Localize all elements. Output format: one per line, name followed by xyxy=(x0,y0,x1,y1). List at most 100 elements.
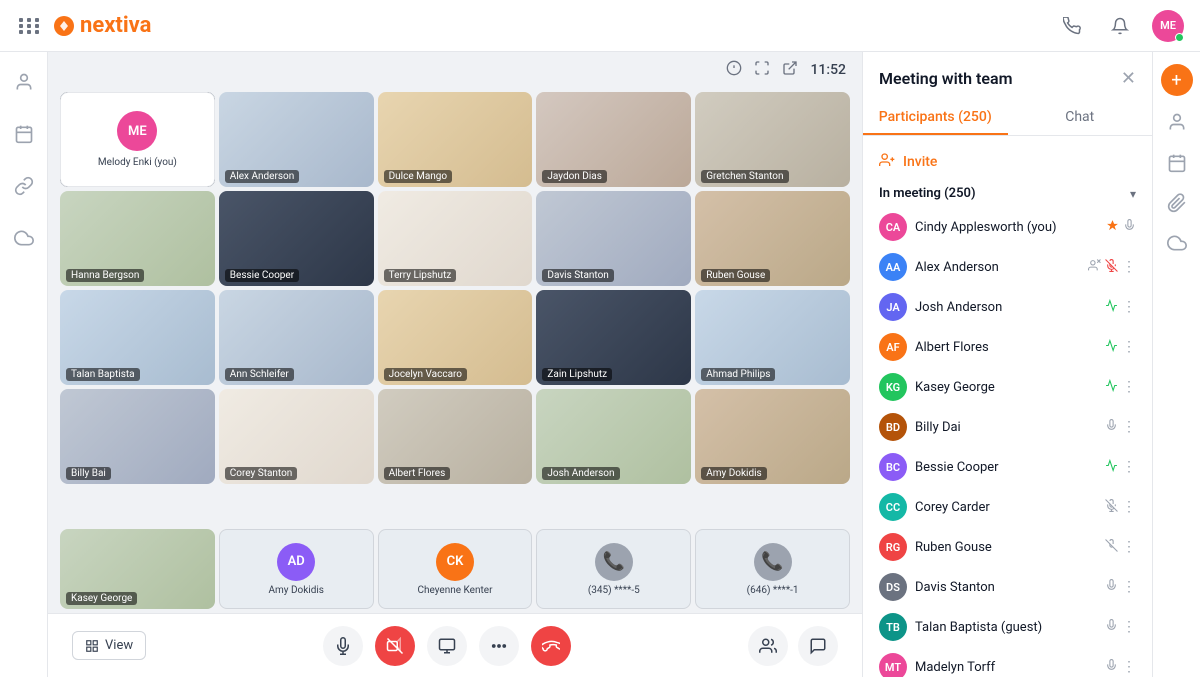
participant-avatar: CC xyxy=(879,493,907,521)
screen-share-button[interactable] xyxy=(427,626,467,666)
participant-row: BD Billy Dai ⋮ xyxy=(863,407,1152,447)
video-cell-corey[interactable]: Corey Stanton xyxy=(219,389,374,484)
video-cell-albert[interactable]: Albert Flores xyxy=(378,389,533,484)
video-cell-billy[interactable]: Billy Bai xyxy=(60,389,215,484)
top-nav: nextiva ME xyxy=(0,0,1200,52)
bell-nav-icon[interactable] xyxy=(1104,10,1136,42)
video-cell-amy2[interactable]: Amy Dokidis xyxy=(695,389,850,484)
video-cell-kasey[interactable]: Kasey George xyxy=(60,529,215,609)
chat-button[interactable] xyxy=(798,626,838,666)
video-label: Davis Stanton xyxy=(542,269,613,282)
video-label: Alex Anderson xyxy=(225,170,299,183)
participant-icons: ⋮ xyxy=(1105,299,1136,316)
invite-label: Invite xyxy=(903,154,937,170)
video-cell-gretchen[interactable]: Gretchen Stanton xyxy=(695,92,850,187)
video-label: Ann Schleifer xyxy=(225,368,294,381)
video-cell-hanna[interactable]: Hanna Bergson xyxy=(60,191,215,286)
calendar-icon[interactable] xyxy=(1167,153,1187,177)
video-cell-cheyenne-phone[interactable]: CK Cheyenne Kenter xyxy=(378,529,533,609)
video-cell-zain[interactable]: Zain Lipshutz xyxy=(536,290,691,385)
end-call-button[interactable] xyxy=(531,626,571,666)
user-avatar[interactable]: ME xyxy=(1152,10,1184,42)
more-options-icon[interactable]: ⋮ xyxy=(1122,299,1136,315)
video-label: Bessie Cooper xyxy=(225,269,299,282)
video-cell-amy-phone[interactable]: AD Amy Dokidis xyxy=(219,529,374,609)
info-icon[interactable] xyxy=(726,60,742,80)
video-cell-talan[interactable]: Talan Baptista xyxy=(60,290,215,385)
phone-name: Cheyenne Kenter xyxy=(417,585,492,596)
more-options-icon[interactable]: ⋮ xyxy=(1122,659,1136,675)
video-cell-me[interactable]: ME Melody Enki (you) xyxy=(60,92,215,187)
external-icon[interactable] xyxy=(782,60,798,80)
video-button[interactable] xyxy=(375,626,415,666)
more-options-button[interactable] xyxy=(479,626,519,666)
mic-button[interactable] xyxy=(323,626,363,666)
video-cell-jocelyn[interactable]: Jocelyn Vaccaro xyxy=(378,290,533,385)
mic-icon xyxy=(1105,579,1118,596)
video-label: Ruben Gouse xyxy=(701,269,770,282)
more-options-icon[interactable]: ⋮ xyxy=(1122,579,1136,595)
video-label: Dulce Mango xyxy=(384,170,453,183)
cloud-icon[interactable] xyxy=(1167,233,1187,257)
more-options-icon[interactable]: ⋮ xyxy=(1122,619,1136,635)
side-nav-person-icon[interactable] xyxy=(6,64,42,100)
view-button[interactable]: View xyxy=(72,631,146,660)
invite-row[interactable]: Invite xyxy=(863,144,1152,180)
participant-icons xyxy=(1106,219,1136,236)
online-indicator xyxy=(1175,33,1184,42)
mic-icon xyxy=(1123,219,1136,236)
call-timer: 11:52 xyxy=(810,62,846,78)
participant-row: CA Cindy Applesworth (you) xyxy=(863,207,1152,247)
video-label: Albert Flores xyxy=(384,467,451,480)
tab-participants[interactable]: Participants (250) xyxy=(863,101,1008,135)
video-cell-phone1[interactable]: 📞 (345) ****-5 xyxy=(536,529,691,609)
video-cell-alex[interactable]: Alex Anderson xyxy=(219,92,374,187)
participant-icons: ⋮ xyxy=(1105,419,1136,436)
video-cell-ann[interactable]: Ann Schleifer xyxy=(219,290,374,385)
more-options-icon[interactable]: ⋮ xyxy=(1122,419,1136,435)
participant-row: JA Josh Anderson ⋮ xyxy=(863,287,1152,327)
side-nav-calendar-icon[interactable] xyxy=(6,116,42,152)
participant-icons: ⋮ xyxy=(1105,539,1136,556)
panel-close-button[interactable]: ✕ xyxy=(1121,68,1136,89)
more-options-icon[interactable]: ⋮ xyxy=(1122,539,1136,555)
chevron-down-icon[interactable]: ▾ xyxy=(1130,187,1136,201)
video-cell-bessie[interactable]: Bessie Cooper xyxy=(219,191,374,286)
expand-icon[interactable] xyxy=(754,60,770,80)
video-cell-phone2[interactable]: 📞 (646) ****-1 xyxy=(695,529,850,609)
phone-nav-icon[interactable] xyxy=(1056,10,1088,42)
video-cell-ruben[interactable]: Ruben Gouse xyxy=(695,191,850,286)
grid-menu-icon[interactable] xyxy=(16,12,44,40)
mic-muted-icon xyxy=(1105,499,1118,516)
participant-row: TB Talan Baptista (guest) ⋮ xyxy=(863,607,1152,647)
video-cell-josh[interactable]: Josh Anderson xyxy=(536,389,691,484)
video-cell-dulce[interactable]: Dulce Mango xyxy=(378,92,533,187)
side-nav-link-icon[interactable] xyxy=(6,168,42,204)
tab-chat[interactable]: Chat xyxy=(1008,101,1153,135)
video-label: Ahmad Philips xyxy=(701,368,775,381)
video-area: 11:52 ME Melody Enki (you) Alex Anderson… xyxy=(48,52,862,677)
more-options-icon[interactable]: ⋮ xyxy=(1122,259,1136,275)
phone-number-2: (646) ****-1 xyxy=(747,585,799,596)
participant-name: Madelyn Torff xyxy=(915,660,1097,675)
participant-row: RG Ruben Gouse ⋮ xyxy=(863,527,1152,567)
video-cell-jaydon[interactable]: Jaydon Dias xyxy=(536,92,691,187)
more-options-icon[interactable]: ⋮ xyxy=(1122,499,1136,515)
invite-icon xyxy=(879,152,895,172)
participant-row: AA Alex Anderson ⋮ xyxy=(863,247,1152,287)
add-button[interactable]: + xyxy=(1161,64,1193,96)
participants-button[interactable] xyxy=(748,626,788,666)
participant-avatar: CA xyxy=(879,213,907,241)
more-options-icon[interactable]: ⋮ xyxy=(1122,339,1136,355)
more-options-icon[interactable]: ⋮ xyxy=(1122,459,1136,475)
paperclip-icon[interactable] xyxy=(1167,193,1187,217)
logo-text: nextiva xyxy=(80,13,151,38)
side-nav-cloud-icon[interactable] xyxy=(6,220,42,256)
person-icon[interactable] xyxy=(1167,112,1187,137)
center-controls xyxy=(323,626,571,666)
more-options-icon[interactable]: ⋮ xyxy=(1122,379,1136,395)
video-cell-terry[interactable]: Terry Lipshutz xyxy=(378,191,533,286)
video-cell-davis[interactable]: Davis Stanton xyxy=(536,191,691,286)
panel-tabs: Participants (250) Chat xyxy=(863,101,1152,136)
video-cell-ahmad[interactable]: Ahmad Philips xyxy=(695,290,850,385)
